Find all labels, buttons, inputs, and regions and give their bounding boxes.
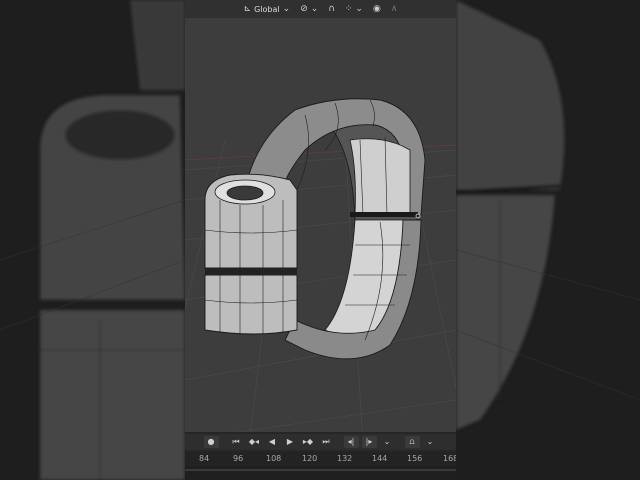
frame-ruler[interactable]: 84 96 108 120 132 144 156 168 — [185, 452, 456, 466]
magnet-icon: ∩ — [328, 3, 335, 14]
ring-inner-upper — [349, 138, 411, 216]
frame-tick: 144 — [372, 454, 388, 463]
viewport-scene — [185, 98, 456, 480]
snap-target-dropdown[interactable]: ⁘ ⌄ — [342, 2, 366, 16]
keying-set-button[interactable]: ⩍ — [404, 436, 420, 448]
keying-dropdown[interactable]: ⌄ — [380, 436, 395, 448]
timeline-track[interactable] — [185, 466, 456, 480]
frame-tick: 96 — [233, 454, 244, 463]
next-keyframe-button[interactable]: ▸◆ — [301, 436, 316, 448]
split-gap-right — [350, 212, 418, 217]
chevron-down-icon: ⌄ — [355, 3, 363, 14]
falloff-dropdown[interactable]: ∧ — [388, 2, 401, 16]
next-marker-button[interactable]: |▸ — [361, 436, 377, 448]
link-icon: ⊘ — [300, 3, 308, 14]
transform-orientation-dropdown[interactable]: ⊾ Global ⌄ — [241, 2, 294, 16]
frame-tick: 168 — [443, 454, 456, 463]
frame-tick: 132 — [337, 454, 353, 463]
play-button[interactable]: ▶ — [283, 436, 298, 448]
playback-controls: ● ⏮ ◆◂ ◀ ▶ ▸◆ ⏭ ◂| |▸ ⌄ ⩍ ⌄ — [185, 434, 456, 450]
chevron-down-icon: ⌄ — [310, 3, 319, 14]
frame-tick: 108 — [266, 454, 282, 463]
viewport-header: ⊾ Global ⌄ ⊘ ⌄ ∩ ⁘ ⌄ ◉ ∧ — [185, 0, 456, 18]
auto-key-button[interactable]: ● — [203, 436, 219, 448]
grid-dots-icon: ⁘ — [344, 3, 353, 14]
jump-end-button[interactable]: ⏭ — [319, 436, 334, 448]
chevron-down-icon[interactable]: ⌄ — [423, 436, 438, 448]
frame-tick: 84 — [199, 454, 210, 463]
3d-viewport[interactable]: ⊾ Global ⌄ ⊘ ⌄ ∩ ⁘ ⌄ ◉ ∧ ● ⏮ ◆◂ ◀ ▶ ▸◆ ⏭… — [185, 0, 456, 480]
axes-icon: ⊾ — [243, 3, 252, 14]
transform-orientation-label: Global — [254, 4, 280, 14]
frame-tick: 156 — [407, 454, 423, 463]
prev-marker-button[interactable]: ◂| — [343, 436, 359, 448]
chevron-down-icon: ⌄ — [282, 3, 291, 14]
timeline-panel: ● ⏮ ◆◂ ◀ ▶ ▸◆ ⏭ ◂| |▸ ⌄ ⩍ ⌄ 84 96 108 12… — [185, 432, 456, 480]
snap-toggle[interactable]: ∩ — [325, 2, 338, 16]
jump-start-button[interactable]: ⏮ — [229, 436, 244, 448]
split-gap-left — [205, 268, 297, 275]
pivot-point-dropdown[interactable]: ⊘ ⌄ — [297, 2, 321, 16]
frame-tick: 120 — [302, 454, 318, 463]
bolt-hole — [226, 185, 264, 201]
prev-keyframe-button[interactable]: ◆◂ — [247, 436, 262, 448]
proportional-editing-toggle[interactable]: ◉ — [370, 2, 384, 16]
play-reverse-button[interactable]: ◀ — [265, 436, 280, 448]
timeline-range-bar — [185, 469, 456, 471]
falloff-curve-icon: ∧ — [390, 3, 398, 14]
circle-dot-icon: ◉ — [372, 3, 381, 14]
